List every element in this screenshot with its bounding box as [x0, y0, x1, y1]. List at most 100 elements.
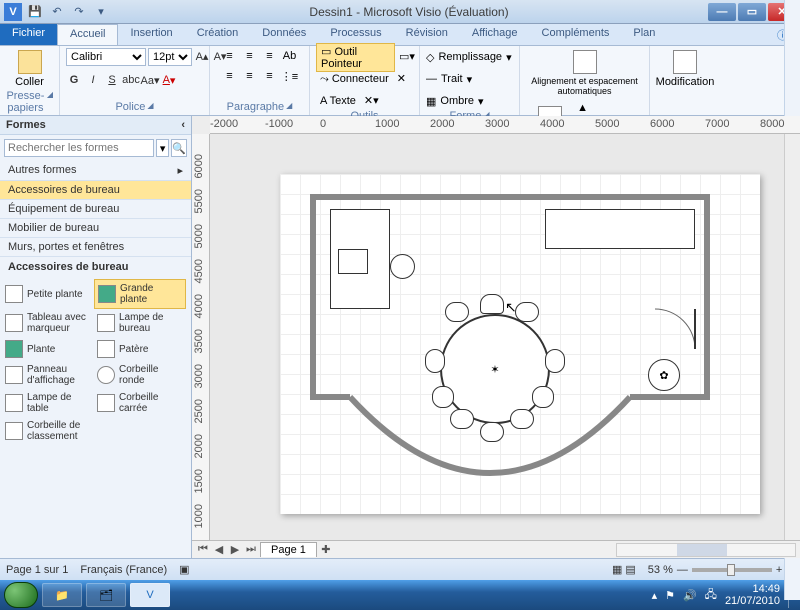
shadow-button[interactable]: ▦ Ombre ▾ — [426, 92, 513, 110]
tab-file[interactable]: Fichier — [0, 24, 57, 45]
next-page-icon[interactable]: ▶ — [228, 543, 242, 557]
tab-creation[interactable]: Création — [185, 24, 251, 45]
shape-patere[interactable]: Patère — [94, 337, 186, 361]
taskbar-visio[interactable]: V — [130, 583, 170, 607]
macro-record-icon[interactable]: ▣ — [179, 563, 189, 576]
connector-x-icon[interactable]: ✕ — [397, 72, 411, 86]
shape-corbeille-ronde[interactable]: Corbeille ronde — [94, 361, 186, 389]
qat-dropdown-icon[interactable]: ▾ — [92, 3, 110, 21]
canvas-hscrollbar[interactable] — [616, 543, 796, 557]
shape-corbeille-classement[interactable]: Corbeille de classement — [2, 417, 94, 445]
category-equipement[interactable]: Équipement de bureau — [0, 200, 191, 219]
shapes-search-input[interactable] — [4, 139, 154, 157]
paste-button[interactable]: Coller — [6, 48, 53, 90]
align-right-icon[interactable]: ≡ — [261, 68, 279, 84]
align-bottom-icon[interactable]: ≡ — [261, 48, 279, 64]
align-left-icon[interactable]: ≡ — [221, 68, 239, 84]
furniture-chair[interactable] — [432, 386, 454, 408]
connector-tool-button[interactable]: ⤳ Connecteur — [316, 72, 393, 87]
strike-button[interactable]: abc — [123, 72, 139, 88]
taskbar-explorer[interactable]: 📁 — [42, 583, 82, 607]
page-tab-1[interactable]: Page 1 — [260, 542, 317, 557]
shape-panneau-affichage[interactable]: Panneau d'affichage — [2, 361, 94, 389]
furniture-chair[interactable] — [425, 349, 445, 373]
category-mobilier[interactable]: Mobilier de bureau — [0, 219, 191, 238]
tray-date[interactable]: 21/07/2010 — [725, 595, 780, 607]
zoom-value[interactable]: 53 % — [648, 564, 673, 576]
floor-plan[interactable]: ✶ ✿ — [310, 194, 710, 484]
taskbar-folder[interactable]: 🗂 — [86, 583, 126, 607]
furniture-chair[interactable] — [545, 349, 565, 373]
font-size-select[interactable]: 12pt — [148, 48, 192, 66]
prev-page-icon[interactable]: ◀ — [212, 543, 226, 557]
tab-insertion[interactable]: Insertion — [118, 24, 184, 45]
shape-corbeille-carree[interactable]: Corbeille carrée — [94, 389, 186, 417]
shape-petite-plante[interactable]: Petite plante — [2, 279, 94, 309]
bold-button[interactable]: G — [66, 72, 82, 88]
font-name-select[interactable]: Calibri — [66, 48, 146, 66]
minimize-button[interactable]: ― — [708, 3, 736, 21]
align-middle-icon[interactable]: ≡ — [241, 48, 259, 64]
start-button[interactable] — [4, 582, 38, 608]
search-button-icon[interactable]: 🔍 — [171, 139, 187, 157]
furniture-chair[interactable] — [515, 302, 539, 322]
furniture-chair[interactable] — [480, 294, 504, 314]
shape-tableau-marqueur[interactable]: Tableau avec marqueur — [2, 309, 94, 337]
category-accessoires[interactable]: Accessoires de bureau — [0, 181, 191, 200]
view-mode-icon[interactable]: ▦ ▤ — [612, 563, 636, 576]
furniture-chair[interactable] — [480, 422, 504, 442]
redo-icon[interactable]: ↷ — [70, 3, 88, 21]
category-autres[interactable]: Autres formes▸ — [0, 161, 191, 181]
zoom-in-icon[interactable]: + — [776, 564, 782, 576]
rectangle-tool-icon[interactable]: ▭▾ — [399, 50, 413, 64]
grow-font-icon[interactable]: A▴ — [194, 48, 210, 64]
collapse-panel-icon[interactable]: ‹ — [181, 119, 185, 131]
bring-front-icon[interactable]: ▲ — [577, 102, 591, 116]
align-center-icon[interactable]: ≡ — [241, 68, 259, 84]
italic-button[interactable]: I — [85, 72, 101, 88]
connection-point-icon[interactable]: ✕▾ — [364, 94, 378, 108]
align-top-icon[interactable]: ≡ — [221, 48, 239, 64]
visio-icon[interactable]: V — [4, 3, 22, 21]
tray-network-icon[interactable]: 🖧 — [705, 586, 717, 605]
shape-plante[interactable]: Plante — [2, 337, 94, 361]
bullets-icon[interactable]: ⋮≡ — [281, 68, 299, 84]
pointer-tool-button[interactable]: ▭ Outil Pointeur — [316, 43, 395, 72]
text-tool-button[interactable]: A Texte — [316, 94, 360, 108]
page-sheet[interactable]: ✶ ✿ — [280, 174, 760, 514]
shape-lampe-bureau[interactable]: Lampe de bureau — [94, 309, 186, 337]
furniture-chair[interactable] — [532, 386, 554, 408]
undo-icon[interactable]: ↶ — [48, 3, 66, 21]
auto-align-button[interactable]: Alignement et espacement automatiques — [526, 48, 643, 98]
underline-button[interactable]: S — [104, 72, 120, 88]
tab-donnees[interactable]: Données — [250, 24, 318, 45]
editing-button[interactable]: Modification — [656, 48, 714, 90]
drawing-canvas[interactable]: ✶ ✿ — [210, 134, 800, 540]
zoom-slider[interactable] — [692, 568, 772, 572]
status-language[interactable]: Français (France) — [80, 564, 167, 576]
furniture-chair[interactable] — [510, 409, 534, 429]
furniture-plant[interactable]: ✿ — [648, 359, 680, 391]
shape-grande-plante[interactable]: Grande plante — [94, 279, 186, 309]
furniture-chair-desk[interactable] — [390, 254, 415, 279]
tab-plan[interactable]: Plan — [621, 24, 667, 45]
zoom-out-icon[interactable]: ― — [677, 564, 688, 576]
first-page-icon[interactable]: ⏮ — [196, 543, 210, 557]
furniture-chair[interactable] — [445, 302, 469, 322]
case-button[interactable]: Aa▾ — [142, 72, 158, 88]
orientation-icon[interactable]: Ab — [281, 48, 299, 64]
furniture-sofa[interactable] — [545, 209, 695, 249]
save-icon[interactable]: 💾 — [26, 3, 44, 21]
shape-lampe-table[interactable]: Lampe de table — [2, 389, 94, 417]
tab-complements[interactable]: Compléments — [530, 24, 622, 45]
maximize-button[interactable]: ▭ — [738, 3, 766, 21]
canvas-vscrollbar[interactable] — [784, 134, 800, 540]
font-color-button[interactable]: A▾ — [161, 72, 177, 88]
line-button[interactable]: ― Trait ▾ — [426, 70, 513, 88]
search-dropdown-icon[interactable]: ▾ — [156, 139, 169, 157]
furniture-computer[interactable] — [338, 249, 368, 274]
tab-accueil[interactable]: Accueil — [57, 24, 118, 45]
new-page-icon[interactable]: ✚ — [319, 543, 333, 557]
last-page-icon[interactable]: ⏭ — [244, 543, 258, 557]
tab-revision[interactable]: Révision — [394, 24, 460, 45]
